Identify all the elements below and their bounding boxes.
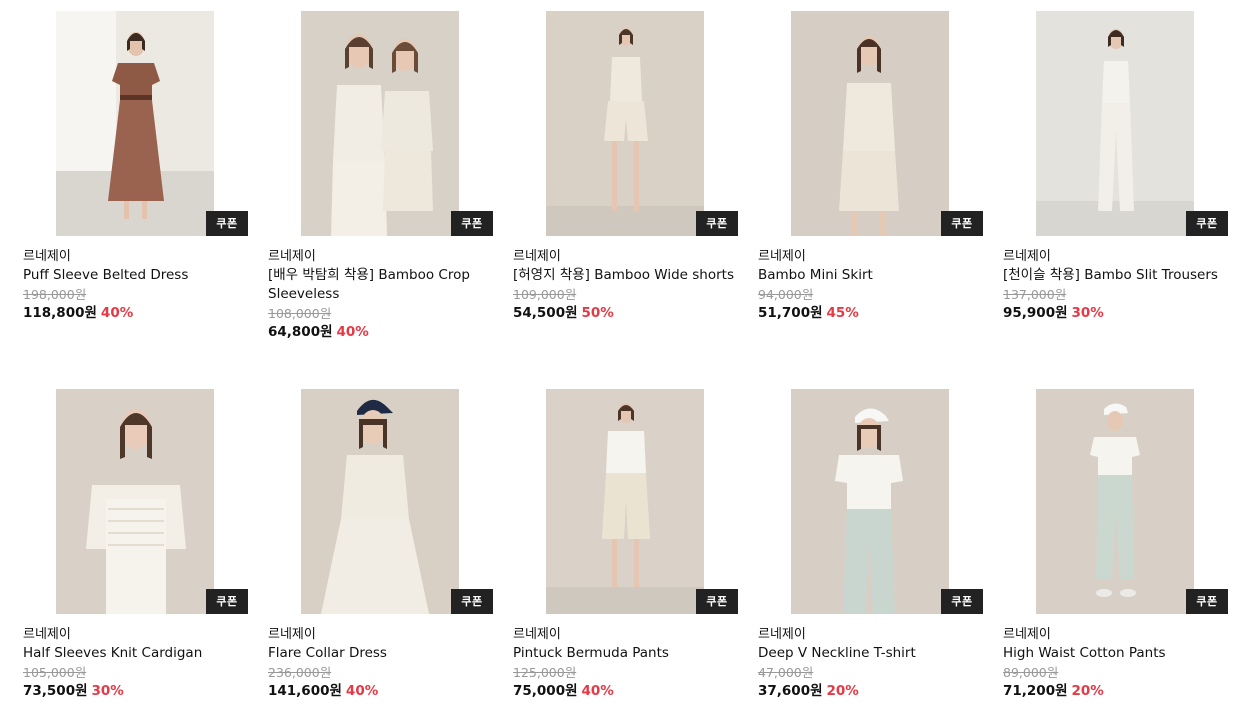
sale-price: 118,800원	[23, 305, 97, 321]
original-price: 89,000원	[1003, 665, 1059, 680]
discount-rate: 20%	[1071, 683, 1104, 699]
product-photo	[301, 11, 459, 236]
product-name[interactable]: [천이슬 착용] Bambo Slit Trousers	[1003, 266, 1235, 285]
product-image[interactable]: 쿠폰	[268, 389, 493, 614]
product-name[interactable]: Deep V Neckline T-shirt	[758, 644, 990, 663]
product-image[interactable]: 쿠폰	[23, 11, 248, 236]
original-price: 109,000원	[513, 287, 577, 302]
coupon-badge: 쿠폰	[941, 211, 983, 236]
product-card[interactable]: 쿠폰 르네제이 Half Sleeves Knit Cardigan 105,0…	[23, 389, 248, 701]
coupon-badge: 쿠폰	[451, 211, 493, 236]
product-image[interactable]: 쿠폰	[758, 389, 983, 614]
product-brand: 르네제이	[1003, 627, 1051, 642]
coupon-badge: 쿠폰	[941, 589, 983, 614]
discount-rate: 40%	[581, 683, 614, 699]
discount-rate: 40%	[100, 305, 134, 321]
sale-price: 71,200원	[1003, 683, 1068, 699]
product-photo	[301, 389, 459, 614]
product-brand: 르네제이	[758, 627, 806, 642]
product-brand: 르네제이	[513, 249, 561, 264]
product-name[interactable]: [허영지 착용] Bamboo Wide shorts	[513, 266, 745, 285]
discount-rate: 30%	[91, 683, 124, 699]
product-image[interactable]: 쿠폰	[268, 11, 493, 236]
product-photo	[1036, 389, 1194, 614]
product-brand: 르네제이	[1003, 249, 1051, 264]
product-name[interactable]: Pintuck Bermuda Pants	[513, 644, 745, 663]
product-photo	[56, 389, 214, 614]
product-card[interactable]: 쿠폰 르네제이 Deep V Neckline T-shirt 47,000원 …	[758, 389, 983, 701]
coupon-badge: 쿠폰	[1186, 211, 1228, 236]
discount-rate: 45%	[826, 305, 859, 321]
sale-price: 95,900원	[1003, 305, 1068, 321]
sale-price: 54,500원	[513, 305, 578, 321]
product-brand: 르네제이	[23, 249, 71, 264]
product-card[interactable]: 쿠폰 르네제이 [배우 박탐희 착용] Bamboo Crop Sleevele…	[268, 11, 493, 342]
product-card[interactable]: 쿠폰 르네제이 Puff Sleeve Belted Dress 198,000…	[23, 11, 248, 323]
discount-rate: 30%	[1071, 305, 1104, 321]
product-image[interactable]: 쿠폰	[23, 389, 248, 614]
product-card[interactable]: 쿠폰 르네제이 [천이슬 착용] Bambo Slit Trousers 137…	[1003, 11, 1228, 323]
original-price: 198,000원	[23, 287, 87, 302]
sale-price: 73,500원	[23, 683, 88, 699]
sale-price: 64,800원	[268, 324, 333, 340]
product-card[interactable]: 쿠폰 르네제이 Pintuck Bermuda Pants 125,000원 7…	[513, 389, 738, 701]
discount-rate: 20%	[826, 683, 859, 699]
product-grid: 쿠폰 르네제이 Puff Sleeve Belted Dress 198,000…	[0, 0, 1240, 725]
product-brand: 르네제이	[23, 627, 71, 642]
product-photo	[791, 389, 949, 614]
original-price: 137,000원	[1003, 287, 1067, 302]
sale-price: 75,000원	[513, 683, 578, 699]
coupon-badge: 쿠폰	[451, 589, 493, 614]
original-price: 236,000원	[268, 665, 332, 680]
original-price: 125,000원	[513, 665, 577, 680]
product-name[interactable]: Half Sleeves Knit Cardigan	[23, 644, 255, 663]
discount-rate: 40%	[345, 683, 379, 699]
product-brand: 르네제이	[268, 249, 316, 264]
coupon-badge: 쿠폰	[206, 211, 248, 236]
product-image[interactable]: 쿠폰	[758, 11, 983, 236]
original-price: 108,000원	[268, 306, 332, 321]
product-brand: 르네제이	[268, 627, 316, 642]
discount-rate: 40%	[336, 324, 369, 340]
product-image[interactable]: 쿠폰	[1003, 389, 1228, 614]
product-photo	[1036, 11, 1194, 236]
product-card[interactable]: 쿠폰 르네제이 [허영지 착용] Bamboo Wide shorts 109,…	[513, 11, 738, 323]
product-name[interactable]: [배우 박탐희 착용] Bamboo Crop Sleeveless	[268, 266, 500, 304]
product-name[interactable]: Bambo Mini Skirt	[758, 266, 990, 285]
product-image[interactable]: 쿠폰	[513, 389, 738, 614]
product-name[interactable]: Puff Sleeve Belted Dress	[23, 266, 255, 285]
coupon-badge: 쿠폰	[696, 211, 738, 236]
product-card[interactable]: 쿠폰 르네제이 Flare Collar Dress 236,000원 141,…	[268, 389, 493, 701]
coupon-badge: 쿠폰	[696, 589, 738, 614]
product-name[interactable]: Flare Collar Dress	[268, 644, 500, 663]
product-photo	[546, 389, 704, 614]
product-photo	[791, 11, 949, 236]
original-price: 94,000원	[758, 287, 814, 302]
sale-price: 51,700원	[758, 305, 823, 321]
coupon-badge: 쿠폰	[1186, 589, 1228, 614]
product-brand: 르네제이	[758, 249, 806, 264]
product-photo	[56, 11, 214, 236]
discount-rate: 50%	[581, 305, 614, 321]
coupon-badge: 쿠폰	[206, 589, 248, 614]
product-image[interactable]: 쿠폰	[1003, 11, 1228, 236]
original-price: 47,000원	[758, 665, 814, 680]
product-brand: 르네제이	[513, 627, 561, 642]
product-photo	[546, 11, 704, 236]
product-card[interactable]: 쿠폰 르네제이 Bambo Mini Skirt 94,000원 51,700원…	[758, 11, 983, 323]
product-image[interactable]: 쿠폰	[513, 11, 738, 236]
sale-price: 141,600원	[268, 683, 342, 699]
product-name[interactable]: High Waist Cotton Pants	[1003, 644, 1235, 663]
original-price: 105,000원	[23, 665, 87, 680]
sale-price: 37,600원	[758, 683, 823, 699]
product-card[interactable]: 쿠폰 르네제이 High Waist Cotton Pants 89,000원 …	[1003, 389, 1228, 701]
